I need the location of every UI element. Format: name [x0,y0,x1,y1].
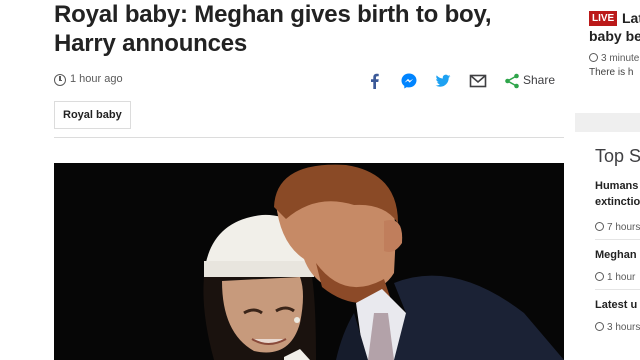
clock-icon [595,222,604,231]
sidebar: LIVE Lat baby be 3 minute There is h Top… [575,0,640,360]
top-story-line1: Humans [595,180,639,192]
live-title-line1: Lat [622,10,640,26]
clock-icon [589,53,598,62]
top-story-item[interactable]: Humans extinctio [595,178,640,210]
top-story-time-text: 1 hour [607,272,636,283]
top-story-line1: Meghan [595,249,637,261]
live-card[interactable]: LIVE Lat baby be 3 minute There is h [575,0,640,113]
live-time-text: 3 minute [601,53,640,64]
top-story-item[interactable]: Meghan [595,247,640,263]
article-photo [54,163,564,360]
live-time: 3 minute [589,53,639,64]
top-story-time: 1 hour [595,272,635,283]
top-stories-title: Top S [595,146,640,166]
twitter-icon[interactable] [434,72,452,90]
top-stories: Top S Humans extinctio 7 hours Meghan 1 … [575,132,640,360]
facebook-icon[interactable] [366,72,384,90]
top-story-time: 3 hours [595,322,640,333]
divider [595,239,640,240]
clock-icon [595,322,604,331]
article-headline: Royal baby: Meghan gives birth to boy, H… [54,1,492,57]
article-timestamp: 1 hour ago [70,73,123,85]
topic-tag[interactable]: Royal baby [54,101,131,129]
live-title-line2: baby be [589,28,640,44]
divider [595,289,640,290]
email-icon[interactable] [469,72,487,90]
clock-icon [595,272,604,281]
article-main: Royal baby: Meghan gives birth to boy, H… [0,0,575,360]
clock-icon [54,74,66,86]
top-story-line1: Latest u [595,299,638,311]
messenger-icon[interactable] [400,72,418,90]
top-story-time-text: 7 hours [607,222,640,233]
top-story-time-text: 3 hours [607,322,640,333]
top-story-time: 7 hours [595,222,640,233]
live-title[interactable]: Lat baby be [589,9,640,45]
share-button-label[interactable]: Share [523,73,555,87]
top-story-item[interactable]: Latest u [595,297,640,313]
share-icon[interactable] [503,72,521,90]
photo-illustration [54,163,564,360]
live-description: There is h [589,67,634,78]
top-story-line2: extinctio [595,196,640,208]
article-meta: 1 hour ago Share [54,70,564,92]
divider [54,137,564,138]
